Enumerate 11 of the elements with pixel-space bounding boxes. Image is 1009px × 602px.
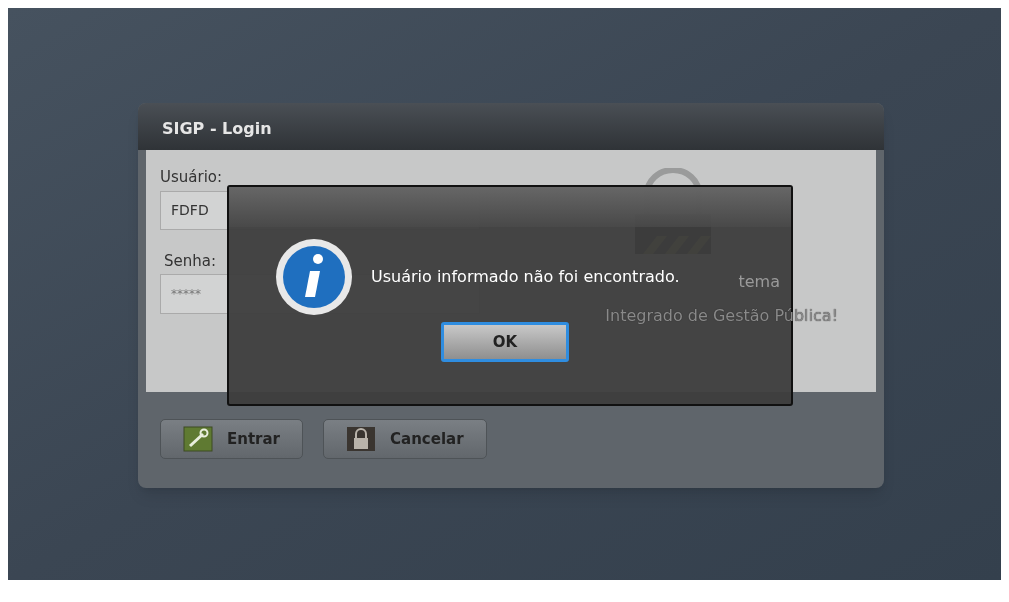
welcome-text: tema	[738, 271, 780, 293]
enter-button[interactable]: Entrar	[160, 419, 303, 459]
field-label: Senha:	[164, 250, 217, 272]
cancel-button[interactable]: Cancelar	[323, 419, 487, 459]
info-icon	[274, 237, 354, 317]
field-label: Usuário:	[160, 167, 224, 188]
ok-button[interactable]: OK	[441, 322, 569, 362]
dialog-message: Usuário informado não foi encontrado.	[371, 266, 680, 288]
lock-icon	[346, 426, 376, 452]
window-title: SIGP - Login	[138, 103, 884, 150]
wrench-icon	[183, 426, 213, 452]
